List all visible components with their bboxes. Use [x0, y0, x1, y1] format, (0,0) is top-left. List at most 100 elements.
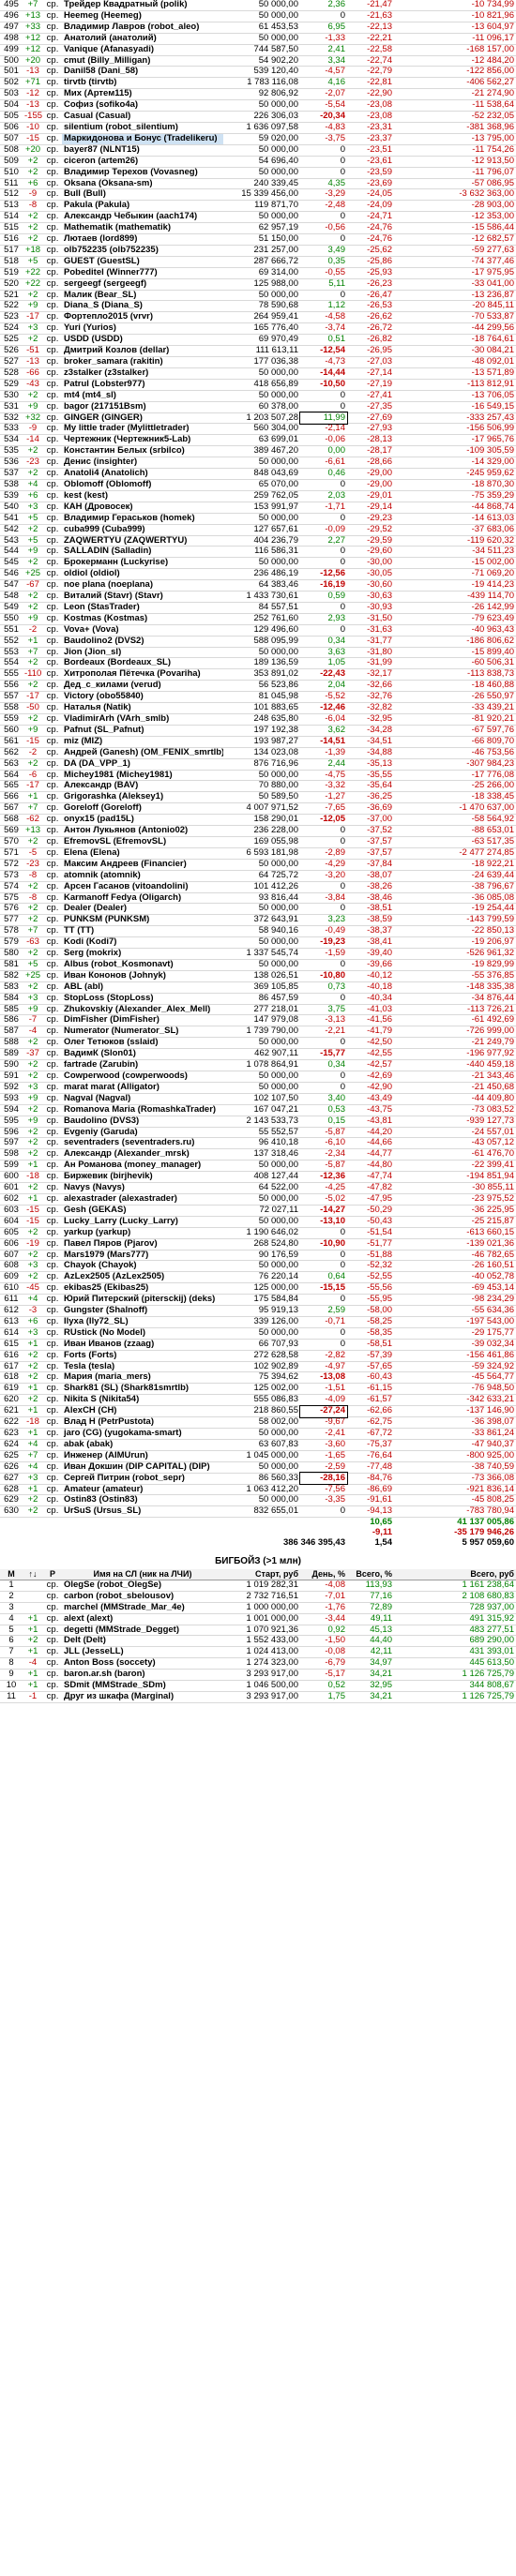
name-cell[interactable]: mt4 (mt4_sl) — [62, 390, 223, 402]
name-cell[interactable]: fartrade (Zarubin) — [62, 1059, 223, 1071]
name-cell[interactable]: silentium (robot_silentium) — [62, 122, 223, 134]
name-cell[interactable]: ABL (abl) — [62, 981, 223, 994]
name-cell[interactable]: yarkup (yarkup) — [62, 1227, 223, 1239]
name-cell[interactable]: Влад Н (PetrPustota) — [62, 1416, 223, 1429]
name-cell[interactable]: Vova+ (Vova) — [62, 624, 223, 637]
name-cell[interactable]: ZAQWERTYU (ZAQWERTYU) — [62, 535, 223, 547]
name-cell[interactable]: seventraders (seventraders.ru) — [62, 1137, 223, 1150]
name-cell[interactable]: DimFisher (DimFisher) — [62, 1014, 223, 1027]
name-cell[interactable]: Bull (Bull) — [62, 188, 223, 202]
name-cell[interactable]: Мих (Артем115) — [62, 88, 223, 101]
name-cell[interactable]: Gungster (Shalnoff) — [62, 1305, 223, 1317]
name-cell[interactable]: Zhukovskiy (Alexander_Alex_Mell) — [62, 1004, 223, 1016]
name-cell[interactable]: Владимир Гераськов (homek) — [62, 513, 223, 525]
name-cell[interactable]: sergeegf (sergeegf) — [62, 278, 223, 291]
name-cell[interactable]: Мария (maria_mers) — [62, 1371, 223, 1385]
name-cell[interactable]: JLL (JesseLL) — [62, 1646, 223, 1659]
name-cell[interactable]: baron.ar.sh (baron) — [62, 1669, 223, 1682]
name-cell[interactable]: noe plana (noeplana) — [62, 579, 223, 592]
name-cell[interactable]: Биржевик (birjhevik) — [62, 1171, 223, 1184]
name-cell[interactable]: cuba999 (Cuba999) — [62, 524, 223, 536]
name-cell[interactable]: Софиз (sofiko4a) — [62, 99, 223, 112]
name-cell[interactable]: marat marat (Alligator) — [62, 1082, 223, 1094]
name-cell[interactable]: AlexCH (CH) — [62, 1405, 223, 1418]
name-cell[interactable]: КАН (Дровосек) — [62, 502, 223, 514]
name-cell[interactable]: bayer87 (NLNT15) — [62, 144, 223, 157]
name-cell[interactable]: Ан Романова (money_manager) — [62, 1160, 223, 1173]
name-cell[interactable]: Дмитрий Козлов (dellar) — [62, 345, 223, 357]
name-cell[interactable]: Shark81 (SL) (Shark81smrtlb) — [62, 1383, 223, 1396]
name-cell[interactable]: RUstick (No Model) — [62, 1327, 223, 1340]
name-cell[interactable]: marchel (MMStrade_Mar_4e) — [62, 1602, 223, 1614]
name-cell[interactable]: Лютаев (lord899) — [62, 233, 223, 246]
name-cell[interactable]: Анатолий (анатолий) — [62, 33, 223, 45]
name-cell[interactable]: Юрий Питерский (pitersckij) (deks) — [62, 1294, 223, 1307]
name-cell[interactable]: Casual (Casual) — [62, 111, 223, 123]
name-cell[interactable]: Максим Андреев (Financier) — [62, 859, 223, 871]
name-cell[interactable]: Leon (StasTrader) — [62, 602, 223, 614]
name-cell[interactable]: Александр Чебыкин (aach174) — [62, 211, 223, 224]
name-cell[interactable]: TT (TT) — [62, 925, 223, 938]
name-cell[interactable]: GUEST (GuestSL) — [62, 256, 223, 268]
name-cell[interactable]: Иван Докшин (DIP CAPITAL) (DIP) — [62, 1461, 223, 1474]
name-cell[interactable]: Mathematik (mathematik) — [62, 222, 223, 235]
name-cell[interactable]: DA (DA_VPP_1) — [62, 758, 223, 771]
name-cell[interactable]: onyx15 (pad15L) — [62, 814, 223, 827]
name-cell[interactable]: jaro (CG) (yugokama-smart) — [62, 1428, 223, 1440]
name-cell[interactable]: tirvtb (tirvtb) — [62, 77, 223, 90]
name-cell[interactable]: Nagval (Nagval) — [62, 1093, 223, 1105]
name-cell[interactable]: Владимир Терехов (Vovasneg) — [62, 167, 223, 179]
name-cell[interactable]: carbon (robot_sbelousov) — [62, 1591, 223, 1603]
name-cell[interactable]: Lucky_Larry (Lucky_Larry) — [62, 1216, 223, 1228]
name-cell[interactable]: Трейдер Квадратный (polik) — [62, 0, 223, 11]
name-cell[interactable]: VladimirArh (VArh_smlb) — [62, 713, 223, 726]
name-cell[interactable]: Baudolino (DVS3) — [62, 1116, 223, 1128]
name-cell[interactable]: olb752235 (olb752235) — [62, 245, 223, 257]
name-cell[interactable]: Dealer (Dealer) — [62, 903, 223, 916]
name-cell[interactable]: OlegSe (robot_OlegSe) — [62, 1580, 223, 1592]
name-cell[interactable]: Брокерманн (Luckyrise) — [62, 557, 223, 570]
name-cell[interactable]: Владимир Лавров (robot_aleo) — [62, 22, 223, 34]
name-cell[interactable]: Victory (obo55840) — [62, 691, 223, 704]
name-cell[interactable]: Heemeg (Heemeg) — [62, 10, 223, 22]
name-cell[interactable]: Vanique (Afanasyadi) — [62, 44, 223, 56]
name-cell[interactable]: Pakula (Pakula) — [62, 200, 223, 213]
name-cell[interactable]: Малик (Bear_SL) — [62, 290, 223, 302]
name-cell[interactable]: Nikita S (Nikita54) — [62, 1394, 223, 1407]
name-cell[interactable]: Наталья (Natik) — [62, 702, 223, 714]
name-cell[interactable]: SALLADIN (Salladin) — [62, 546, 223, 559]
name-cell[interactable]: bagor (217151Bsm) — [62, 401, 223, 413]
name-cell[interactable]: alexastrader (alexastrader) — [62, 1193, 223, 1206]
name-cell[interactable]: Amateur (amateur) — [62, 1484, 223, 1496]
name-cell[interactable]: Oksana (Oksana-sm) — [62, 178, 223, 190]
name-cell[interactable]: EfremovSL (EfremovSL) — [62, 836, 223, 848]
name-cell[interactable]: Фортепло2015 (vrvr) — [62, 311, 223, 324]
name-cell[interactable]: Ostin83 (Ostin83) — [62, 1494, 223, 1507]
name-cell[interactable]: Bordeaux (Bordeaux_SL) — [62, 657, 223, 670]
name-cell[interactable]: Олег Тетюков (sslaid) — [62, 1037, 223, 1050]
name-cell[interactable]: Павел Пяров (Pjarov) — [62, 1238, 223, 1251]
name-cell[interactable]: Baudolino2 (DVS2) — [62, 636, 223, 648]
name-cell[interactable]: StopLoss (StopLoss) — [62, 993, 223, 1005]
name-cell[interactable]: kest (kest) — [62, 490, 223, 502]
name-cell[interactable]: abak (abak) — [62, 1439, 223, 1451]
name-cell[interactable]: Jion (Jion_sl) — [62, 647, 223, 659]
name-cell[interactable]: Goreloff (Goreloff) — [62, 802, 223, 816]
name-cell[interactable]: Diana_S (Diana_S) — [62, 300, 223, 313]
name-cell[interactable]: degetti (MMStrade_Degget) — [62, 1625, 223, 1637]
name-cell[interactable]: Grigorashka (Aleksey1) — [62, 791, 223, 804]
name-cell[interactable]: Numerator (Numerator_SL) — [62, 1026, 223, 1039]
name-cell[interactable]: SDmit (MMStrade_SDm) — [62, 1680, 223, 1692]
name-cell[interactable]: ВадимК (Slon01) — [62, 1048, 223, 1061]
name-cell[interactable]: Александр (BAV) — [62, 780, 223, 793]
name-cell[interactable]: Anton Boss (soccety) — [62, 1657, 223, 1670]
name-cell[interactable]: Виталий (Stavr) (Stavr) — [62, 591, 223, 603]
name-cell[interactable]: ciceron (artem26) — [62, 156, 223, 168]
name-cell[interactable]: Mars1979 (Mars777) — [62, 1250, 223, 1262]
name-cell[interactable]: Kodi (Kodi7) — [62, 936, 223, 950]
name-cell[interactable]: Андрей (Ganesh) (OM_FENIX_smrtlb) — [62, 747, 223, 759]
name-cell[interactable]: atomnik (atomnik) — [62, 870, 223, 882]
name-cell[interactable]: Karmanoff Fedya (Oligarch) — [62, 892, 223, 905]
name-cell[interactable]: Антон Лукьянов (Antonio02) — [62, 825, 223, 837]
name-cell[interactable]: Patrul (Lobster977) — [62, 379, 223, 391]
